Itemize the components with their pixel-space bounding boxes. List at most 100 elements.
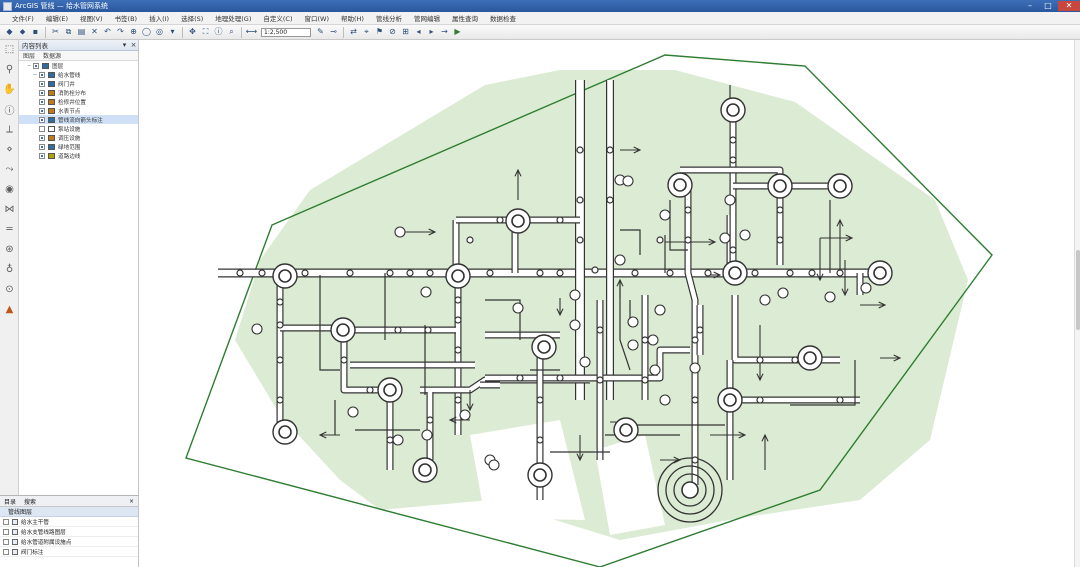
layer-row[interactable]: 绿地范围	[19, 142, 138, 151]
editor-icon[interactable]: ✎	[315, 27, 326, 38]
layer-visibility-checkbox[interactable]	[39, 134, 45, 141]
column-layer[interactable]: 图层	[19, 51, 35, 60]
layer-visibility-checkbox[interactable]	[39, 89, 45, 96]
menu-customize[interactable]: 自定义(C)	[257, 13, 298, 23]
flow-icon[interactable]: ⇄	[348, 27, 359, 38]
back-icon[interactable]: ◂	[413, 27, 424, 38]
layer-row[interactable]: 检修井位置	[19, 97, 138, 106]
zoom-box-icon[interactable]: ⊞	[400, 27, 411, 38]
zoom-in-icon[interactable]: ◯	[141, 27, 152, 38]
trace-icon[interactable]: ⌖	[361, 27, 372, 38]
menu-attribute-query[interactable]: 属性查询	[446, 13, 484, 23]
pan-tool-icon[interactable]: ✋	[2, 82, 17, 97]
layer-visibility-checkbox[interactable]	[39, 143, 45, 150]
pan-icon[interactable]: ✥	[187, 27, 198, 38]
measure-icon[interactable]: ⟷	[246, 27, 257, 38]
copy-icon[interactable]: ⧉	[63, 27, 74, 38]
zoom-icon[interactable]: ⚲	[2, 62, 17, 77]
new-icon[interactable]: ◆	[4, 27, 15, 38]
scrollbar-thumb[interactable]	[1076, 250, 1080, 330]
catalog-item[interactable]: 给水管道附属设施点	[0, 537, 138, 547]
open-icon[interactable]: ⬥	[17, 27, 28, 38]
scale-input[interactable]: 1:2,500	[261, 27, 311, 37]
catalog-item[interactable]: 给水支管线路图层	[0, 527, 138, 537]
menu-file[interactable]: 文件(F)	[6, 13, 40, 23]
find-icon[interactable]: ⌕	[226, 27, 237, 38]
menu-network-edit[interactable]: 管网编辑	[408, 13, 446, 23]
vertical-scrollbar[interactable]	[1074, 40, 1080, 567]
layer-row[interactable]: 消防栓分布	[19, 88, 138, 97]
edit-vertex-icon[interactable]: ⋄	[2, 142, 17, 157]
full-extent-icon[interactable]: ⛶	[200, 27, 211, 38]
layer-row[interactable]: 泵站设施	[19, 124, 138, 133]
menu-selection[interactable]: 选择(S)	[175, 13, 209, 23]
layer-visibility-checkbox[interactable]	[39, 71, 45, 78]
pipe-icon[interactable]: ═	[2, 222, 17, 237]
layer-visibility-checkbox[interactable]	[39, 80, 45, 87]
layer-row[interactable]: 管线流向箭头标注	[19, 115, 138, 124]
close-button[interactable]: ✕	[1058, 1, 1080, 11]
solve-icon[interactable]: →	[439, 27, 450, 38]
menu-windows[interactable]: 窗口(W)	[299, 13, 336, 23]
collapse-icon[interactable]: −	[25, 62, 33, 69]
tab-search[interactable]: 搜索	[20, 497, 40, 506]
layer-row[interactable]: − 给水管线	[19, 70, 138, 79]
close-icon[interactable]: ×	[125, 498, 138, 505]
layer-row[interactable]: 调压设施	[19, 133, 138, 142]
measure-tool-icon[interactable]: ⟂	[2, 122, 17, 137]
flag-icon[interactable]: ⚑	[374, 27, 385, 38]
layer-visibility-checkbox[interactable]	[39, 98, 45, 105]
pump-icon[interactable]: ⊛	[2, 242, 17, 257]
delete-icon[interactable]: ✕	[89, 27, 100, 38]
cut-icon[interactable]: ✂	[50, 27, 61, 38]
layer-visibility-checkbox[interactable]	[39, 125, 45, 132]
collapse-icon[interactable]: −	[31, 71, 39, 78]
minimize-button[interactable]: –	[1022, 1, 1038, 11]
menu-view[interactable]: 视图(V)	[74, 13, 109, 23]
menu-help[interactable]: 帮助(H)	[335, 13, 370, 23]
zoom-out-icon[interactable]: ◎	[154, 27, 165, 38]
catalog-item-checkbox[interactable]	[3, 528, 9, 535]
info-icon[interactable]: ⓘ	[2, 102, 17, 117]
catalog-item[interactable]: 给水主干管	[0, 517, 138, 527]
catalog-item-checkbox[interactable]	[3, 518, 9, 525]
layer-row[interactable]: − 图层	[19, 61, 138, 70]
menu-pipe-analysis[interactable]: 管线分析	[370, 13, 408, 23]
menu-data-check[interactable]: 数据检查	[484, 13, 522, 23]
layer-row[interactable]: 水表节点	[19, 106, 138, 115]
sketch-icon[interactable]: ⊸	[328, 27, 339, 38]
catalog-group-header[interactable]: 管线图层	[0, 507, 138, 517]
select-icon[interactable]: ⬚	[2, 42, 17, 57]
undo-icon[interactable]: ↶	[102, 27, 113, 38]
close-icon[interactable]: ×	[129, 41, 138, 49]
menu-geoprocessing[interactable]: 地理处理(G)	[209, 13, 257, 23]
save-icon[interactable]: ▪	[30, 27, 41, 38]
run-icon[interactable]: ▶	[452, 27, 463, 38]
pin-icon[interactable]: ▾	[120, 41, 129, 49]
forward-icon[interactable]: ▸	[426, 27, 437, 38]
layer-visibility-checkbox[interactable]	[33, 62, 39, 69]
layer-visibility-checkbox[interactable]	[39, 116, 45, 123]
tab-catalog[interactable]: 目录	[0, 497, 20, 506]
warning-icon[interactable]: ▲	[2, 302, 17, 317]
menu-insert[interactable]: 插入(I)	[143, 13, 175, 23]
column-source[interactable]: 数据源	[35, 51, 61, 60]
valve-icon[interactable]: ⋈	[2, 202, 17, 217]
layer-row[interactable]: 阀门井	[19, 79, 138, 88]
catalog-item-checkbox[interactable]	[3, 538, 9, 545]
layer-visibility-checkbox[interactable]	[39, 107, 45, 114]
identify-icon[interactable]: ⓘ	[213, 27, 224, 38]
hydrant-icon[interactable]: ♁	[2, 262, 17, 277]
pipe-network-map[interactable]	[140, 40, 1080, 567]
meter-icon[interactable]: ⊙	[2, 282, 17, 297]
map-canvas[interactable]	[140, 40, 1080, 567]
barrier-icon[interactable]: ⊘	[387, 27, 398, 38]
paste-icon[interactable]: ▤	[76, 27, 87, 38]
add-data-icon[interactable]: ⊕	[128, 27, 139, 38]
maximize-button[interactable]: □	[1040, 1, 1056, 11]
scale-dropdown-icon[interactable]: ▾	[167, 27, 178, 38]
menu-bookmarks[interactable]: 书签(B)	[109, 13, 144, 23]
catalog-item-checkbox[interactable]	[3, 548, 9, 555]
redo-icon[interactable]: ↷	[115, 27, 126, 38]
node-icon[interactable]: ◉	[2, 182, 17, 197]
